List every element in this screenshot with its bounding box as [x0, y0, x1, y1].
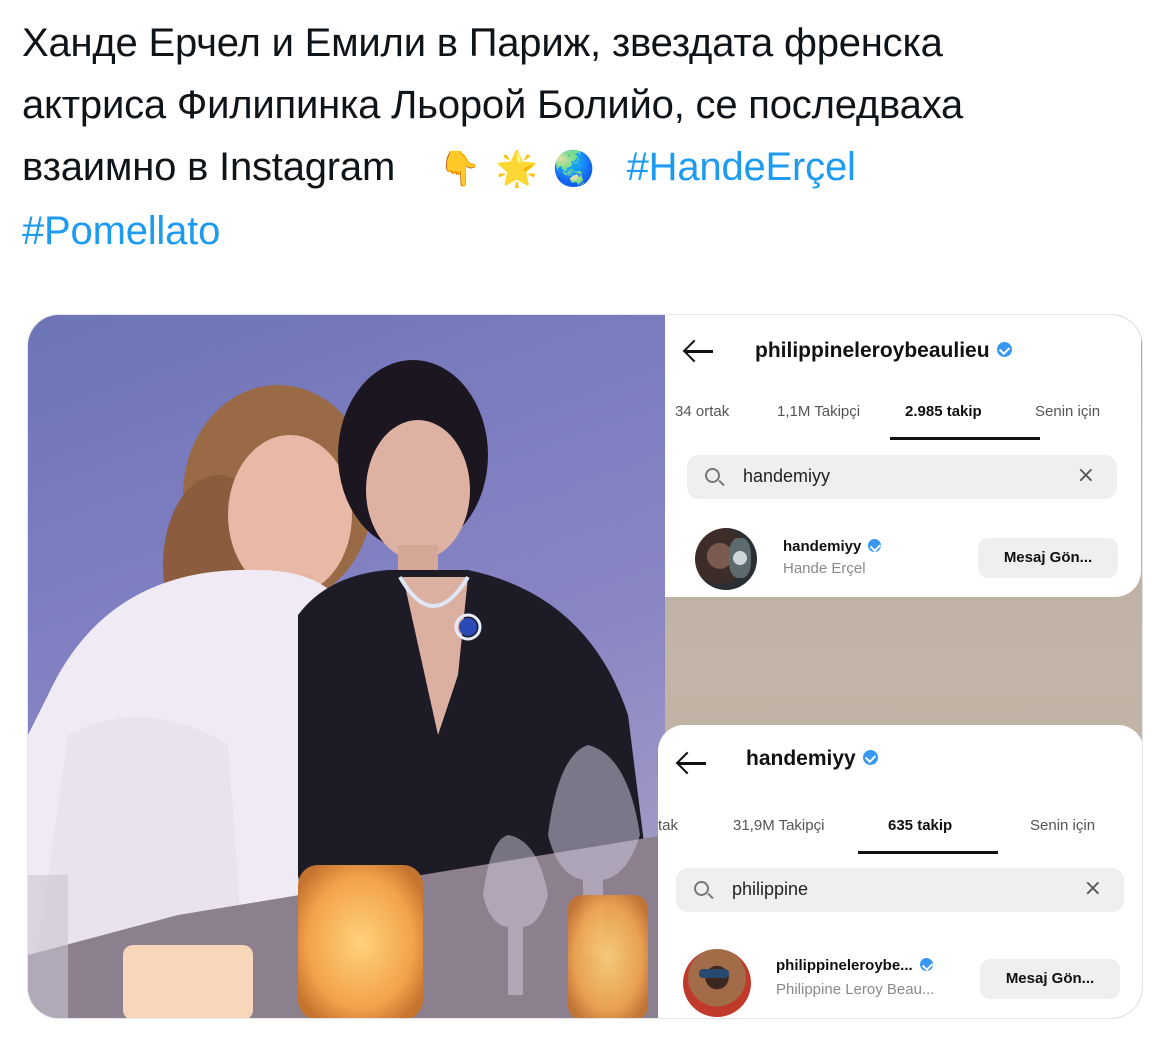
active-tab-indicator — [890, 437, 1040, 440]
result-username-text: handemiyy — [783, 538, 862, 555]
ig-header: handemiyy — [658, 725, 1142, 795]
instagram-card-philippine: philippineleroybeaulieu 34 ortak 1,1M Ta… — [665, 315, 1141, 597]
back-arrow-icon[interactable] — [676, 751, 708, 775]
tab-following[interactable]: 2.985 takip — [905, 403, 982, 420]
result-full-name: Hande Erçel — [783, 560, 866, 577]
instagram-card-hande: handemiyy tak 31,9M Takipçi 635 takip Se… — [658, 725, 1142, 1018]
search-icon — [694, 881, 709, 896]
send-message-button[interactable]: Mesaj Gön... — [978, 538, 1118, 578]
tweet-line-1: Ханде Ерчел и Емили в Париж, звездата фр… — [22, 21, 943, 65]
avatar[interactable] — [683, 949, 751, 1017]
result-full-name: Philippine Leroy Beau... — [776, 981, 935, 998]
tweet-media[interactable]: philippineleroybeaulieu 34 ortak 1,1M Ta… — [27, 314, 1143, 1019]
event-photo-illustration — [28, 360, 665, 1018]
tab-mutual[interactable]: tak — [658, 817, 678, 834]
tab-followers[interactable]: 31,9M Takipçi — [733, 817, 824, 834]
ig-profile-title: handemiyy — [746, 747, 878, 771]
active-tab-indicator — [858, 851, 998, 854]
hashtag-pomellato[interactable]: #Pomellato — [22, 209, 220, 253]
hashtag-hande-ercel[interactable]: #HandeErçel — [627, 145, 856, 189]
send-message-button[interactable]: Mesaj Gön... — [980, 959, 1120, 999]
search-icon — [705, 468, 720, 483]
ig-search-field[interactable]: philippine × — [676, 868, 1124, 912]
search-result-row[interactable]: handemiyy Hande Erçel Mesaj Gön... — [665, 520, 1141, 597]
result-username: philippineleroybe... — [776, 957, 933, 974]
clear-icon[interactable]: × — [1077, 463, 1095, 488]
clear-icon[interactable]: × — [1084, 876, 1102, 901]
verified-badge-icon — [868, 538, 882, 552]
tab-following[interactable]: 635 takip — [888, 817, 952, 834]
search-input-value[interactable]: philippine — [732, 879, 808, 900]
tweet-line-2: актриса Филипинка Льорой Болийо, се посл… — [22, 83, 964, 127]
globe-emoji: 🌏 — [552, 149, 595, 189]
verified-badge-icon — [862, 749, 878, 765]
back-arrow-icon[interactable] — [683, 339, 715, 363]
result-username-text: philippineleroybe... — [776, 957, 913, 974]
search-input-value[interactable]: handemiyy — [743, 466, 830, 487]
tab-for-you[interactable]: Senin için — [1030, 817, 1095, 834]
search-result-row[interactable]: philippineleroybe... Philippine Leroy Be… — [658, 937, 1142, 1017]
tab-followers[interactable]: 1,1M Takipçi — [777, 403, 860, 420]
tweet-line-3: взаимно в Instagram 👇 🌟 🌏 #HandeErçel — [22, 136, 1142, 200]
tweet-line-4: #Pomellato — [22, 200, 1142, 262]
glowing-star-emoji: 🌟 — [495, 149, 538, 189]
verified-badge-icon — [919, 957, 933, 971]
ig-search-field[interactable]: handemiyy × — [687, 455, 1117, 499]
avatar[interactable] — [695, 528, 757, 590]
ig-header: philippineleroybeaulieu — [665, 315, 1141, 385]
pointing-down-emoji: 👇 — [438, 149, 482, 189]
verified-badge-icon — [996, 341, 1012, 357]
result-username: handemiyy — [783, 538, 882, 555]
ig-profile-title: philippineleroybeaulieu — [755, 339, 1012, 363]
tweet-line-3-text: взаимно в Instagram — [22, 145, 396, 189]
tweet-text: Ханде Ерчел и Емили в Париж, звездата фр… — [22, 12, 1142, 262]
ig-profile-username: handemiyy — [746, 747, 856, 770]
tab-for-you[interactable]: Senin için — [1035, 403, 1100, 420]
event-photo — [28, 315, 665, 1018]
tab-mutual[interactable]: 34 ortak — [675, 403, 729, 420]
ig-profile-username: philippineleroybeaulieu — [755, 339, 990, 362]
